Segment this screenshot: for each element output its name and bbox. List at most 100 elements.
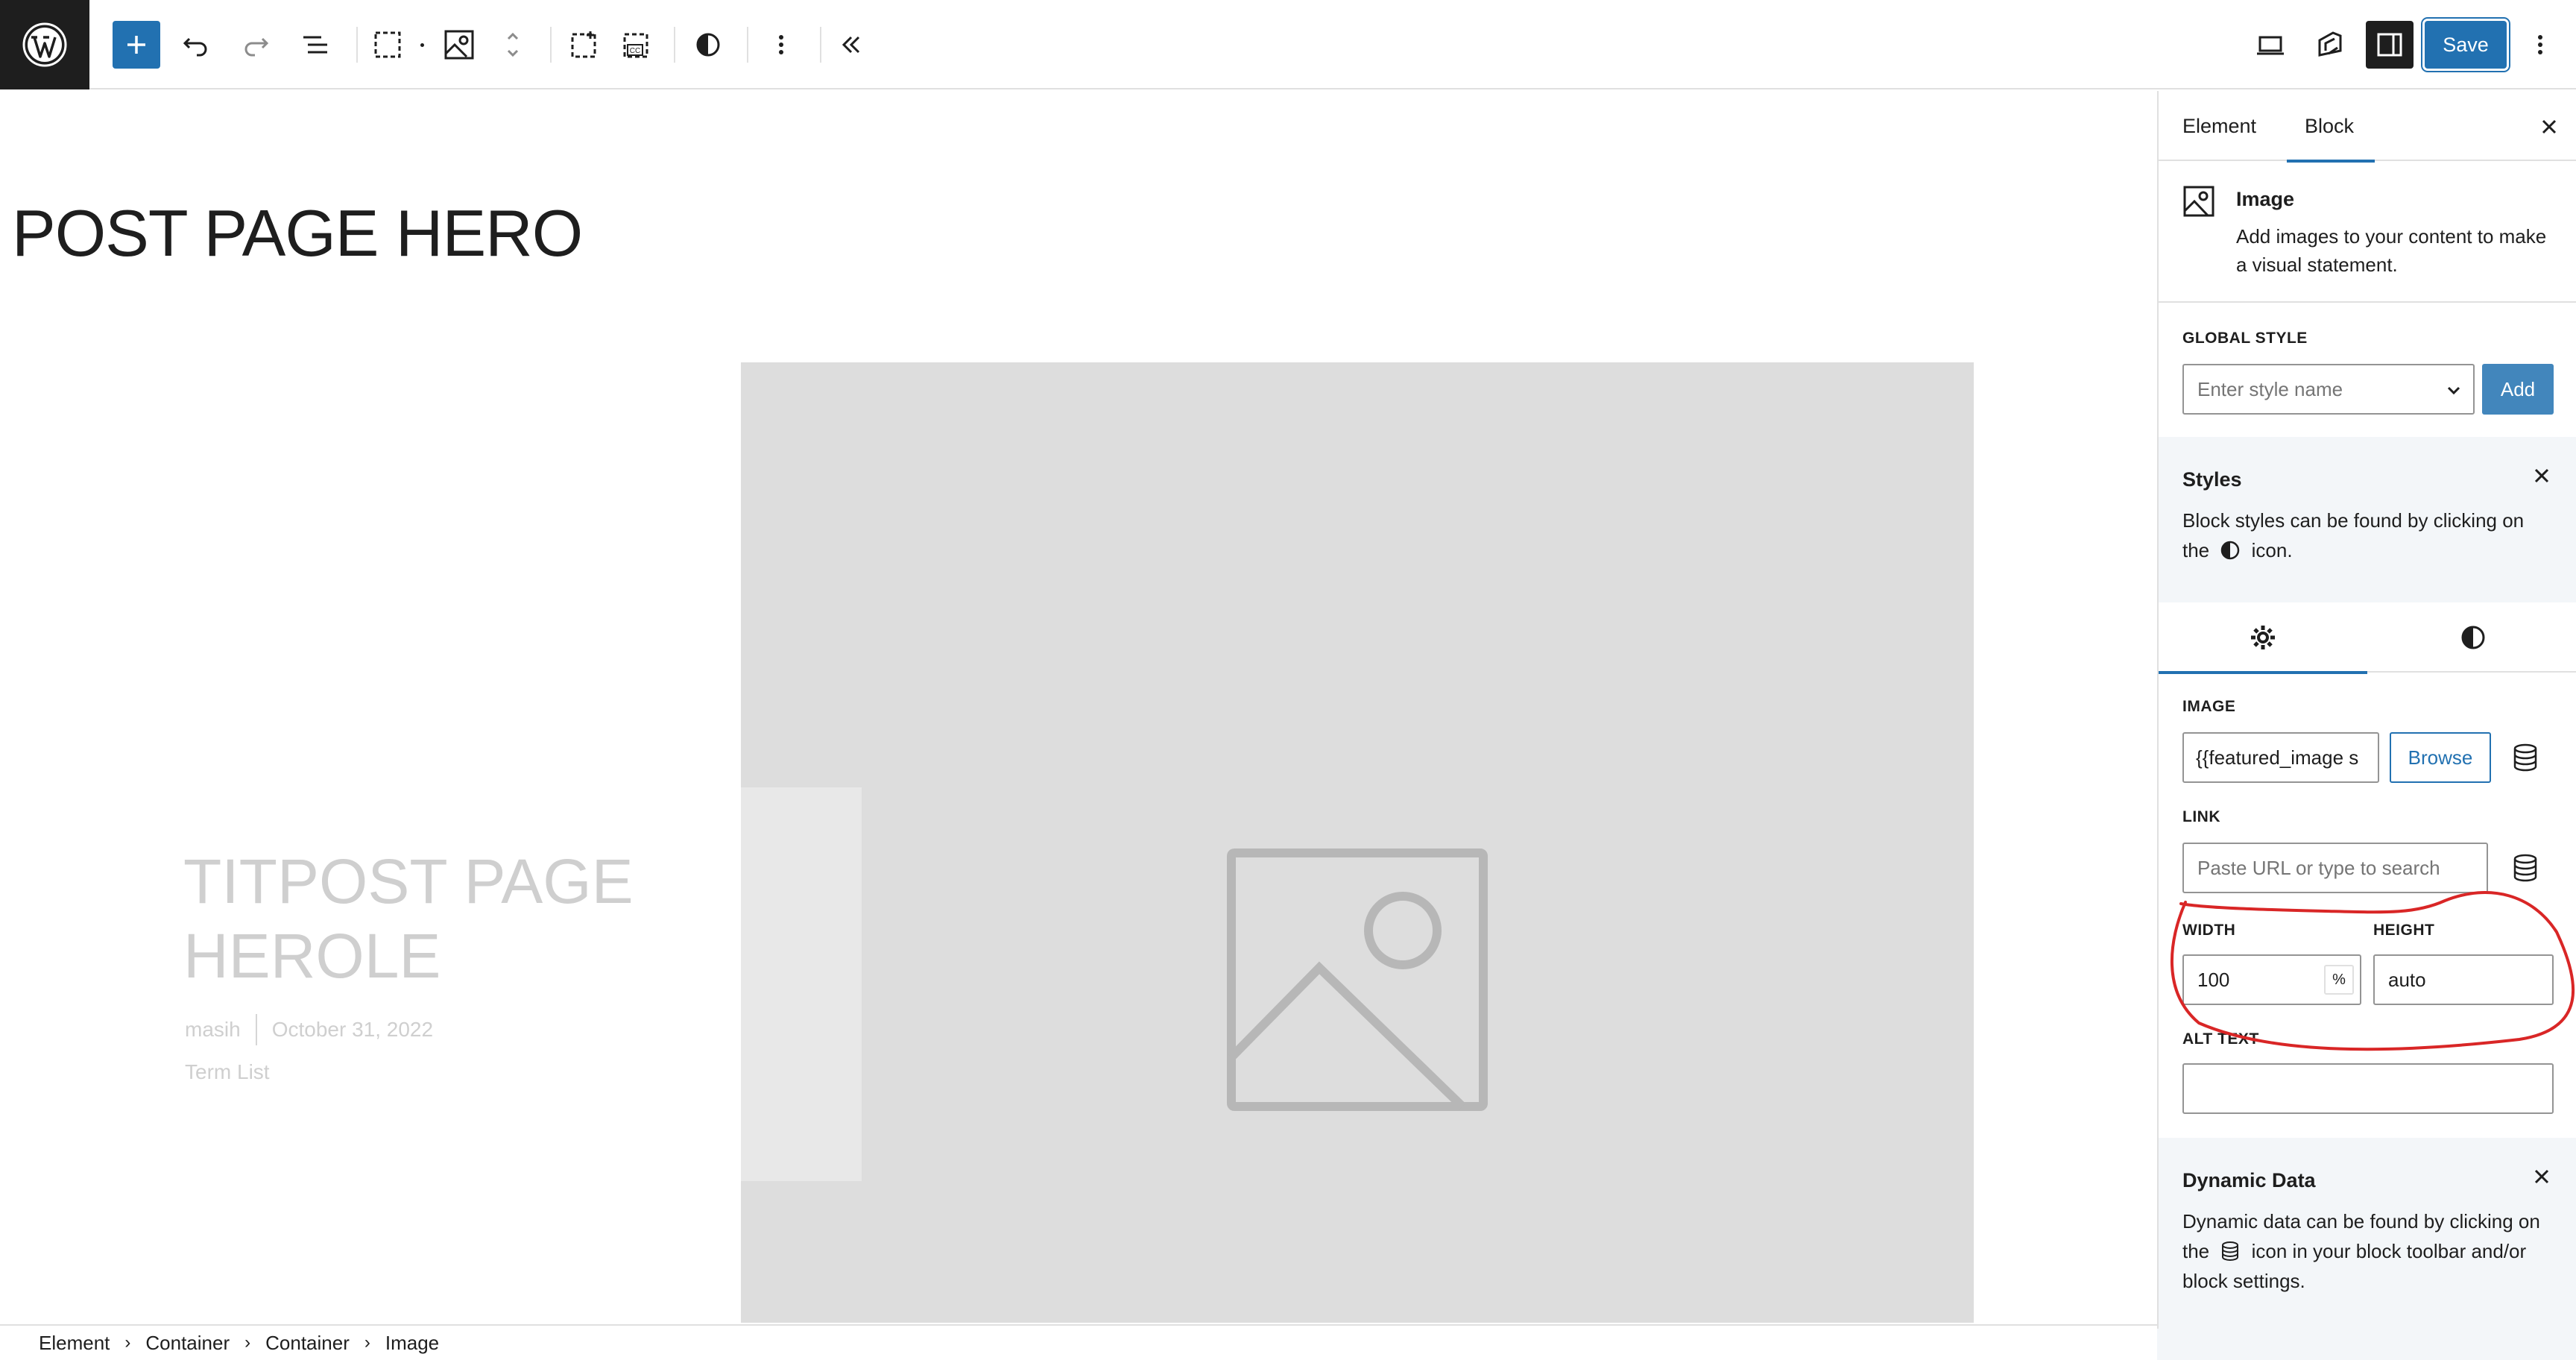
- inspector-subtabs: [2159, 602, 2576, 674]
- double-chevron-left-icon: [842, 36, 860, 54]
- chevron-up-down-icon: [507, 32, 519, 57]
- kebab-menu-icon: [2538, 35, 2542, 54]
- tab-element[interactable]: Element: [2182, 91, 2256, 161]
- gear-icon: [2251, 626, 2275, 649]
- block-type-button[interactable]: [435, 21, 483, 69]
- breadcrumb: Element › Container › Container › Image: [0, 1324, 2157, 1360]
- dashed-square-icon: [374, 31, 401, 58]
- options-button[interactable]: [2516, 21, 2564, 69]
- block-card-description: Add images to your content to make a vis…: [2236, 225, 2547, 276]
- add-block-button[interactable]: [113, 21, 160, 69]
- breadcrumb-item[interactable]: Container: [265, 1332, 350, 1355]
- select-parent-button[interactable]: [364, 21, 411, 69]
- list-view-button[interactable]: [291, 21, 339, 69]
- database-icon[interactable]: [2509, 741, 2542, 774]
- breadcrumb-item[interactable]: Container: [145, 1332, 230, 1355]
- term-list: Term List: [185, 1060, 270, 1083]
- toolbar-divider: [550, 27, 552, 63]
- styles-info-panel: Styles Block styles can be found by clic…: [2159, 437, 2576, 602]
- sidebar-panel-icon: [2377, 33, 2402, 57]
- settings-sidebar-toggle[interactable]: [2366, 21, 2414, 69]
- dashed-crop-icon: [571, 31, 596, 58]
- styles-panel-text: Block styles can be found by clicking on…: [2182, 506, 2555, 565]
- block-card: Image Add images to your content to make…: [2159, 163, 2576, 303]
- caption-cc-icon: CC: [623, 33, 648, 58]
- add-style-button[interactable]: Add: [2482, 364, 2554, 415]
- dynamic-data-info-panel: Dynamic Data Dynamic data can be found b…: [2159, 1138, 2576, 1329]
- crop-button[interactable]: [561, 21, 608, 69]
- post-title-preview: TITPOST PAGE HEROLE: [183, 846, 634, 991]
- width-value: 100: [2197, 968, 2230, 991]
- undo-button[interactable]: [173, 21, 221, 69]
- global-style-placeholder: Enter style name: [2197, 377, 2343, 400]
- save-button[interactable]: Save: [2425, 21, 2507, 69]
- block-options-button[interactable]: [757, 21, 805, 69]
- link-url-input[interactable]: Paste URL or type to search: [2182, 843, 2488, 893]
- svg-text:CC: CC: [630, 47, 640, 55]
- half-circle-contrast-icon: [696, 33, 720, 57]
- global-style-select[interactable]: Enter style name: [2182, 364, 2475, 415]
- close-sidebar-button[interactable]: [2533, 110, 2566, 143]
- toolbar-divider: [674, 27, 675, 63]
- settings-sidebar: Element Block Image Add images to your c…: [2157, 91, 2576, 1329]
- half-circle-contrast-icon: [2461, 626, 2485, 649]
- dynamic-data-title: Dynamic Data: [2182, 1169, 2316, 1191]
- width-unit-select[interactable]: %: [2324, 965, 2354, 995]
- wordpress-logo-icon[interactable]: [0, 0, 89, 89]
- chevron-right-icon: ›: [244, 1332, 251, 1353]
- image-source-input[interactable]: {{featured_image s: [2182, 732, 2379, 783]
- parent-dot-icon: [420, 43, 424, 47]
- overlay-panel: [741, 787, 862, 1181]
- tab-settings[interactable]: [2159, 602, 2367, 674]
- sidebar-tabs: Element Block: [2159, 91, 2576, 163]
- plugin-logo-icon: [2318, 31, 2342, 57]
- toolbar-divider: [356, 27, 358, 63]
- chevron-right-icon: ›: [124, 1332, 131, 1353]
- styles-panel-title: Styles: [2182, 468, 2242, 491]
- plugin-button[interactable]: [2306, 21, 2354, 69]
- half-circle-contrast-icon: [2221, 541, 2240, 560]
- editor-canvas[interactable]: POST PAGE HERO TITPOST PAGE HEROLE masih…: [0, 91, 2157, 1323]
- page-title[interactable]: POST PAGE HERO: [12, 195, 583, 271]
- toolbar-divider: [820, 27, 821, 63]
- post-meta: masih October 31, 2022: [185, 1014, 433, 1045]
- tab-block[interactable]: Block: [2286, 91, 2375, 163]
- database-icon: [2222, 1241, 2239, 1261]
- close-dynamic-panel-button[interactable]: [2525, 1160, 2558, 1193]
- move-up-down-button[interactable]: [489, 21, 537, 69]
- width-label: WIDTH: [2182, 922, 2236, 939]
- image-icon: [2183, 186, 2214, 217]
- plus-icon: [127, 36, 145, 54]
- link-label: LINK: [2182, 808, 2220, 825]
- redo-button[interactable]: [231, 21, 279, 69]
- height-label: HEIGHT: [2373, 922, 2435, 939]
- image-label: IMAGE: [2182, 698, 2236, 715]
- width-input[interactable]: 100 %: [2182, 954, 2361, 1005]
- post-author: masih: [185, 1018, 241, 1041]
- styles-button[interactable]: [684, 21, 732, 69]
- meta-divider: [255, 1014, 257, 1045]
- kebab-menu-icon: [779, 35, 783, 54]
- close-icon: [2534, 1169, 2549, 1184]
- undo-icon: [183, 37, 207, 57]
- close-icon: [2534, 468, 2549, 483]
- image-block[interactable]: [741, 362, 1974, 1323]
- breadcrumb-item[interactable]: Element: [39, 1332, 110, 1355]
- preview-button[interactable]: [2247, 21, 2294, 69]
- close-icon: [2542, 119, 2557, 134]
- database-icon[interactable]: [2509, 851, 2542, 884]
- alt-text-input[interactable]: [2182, 1063, 2554, 1114]
- collapse-toolbar-button[interactable]: [827, 21, 875, 69]
- caption-button[interactable]: CC: [613, 21, 660, 69]
- post-date: October 31, 2022: [271, 1018, 434, 1041]
- height-input[interactable]: auto: [2373, 954, 2554, 1005]
- breadcrumb-item[interactable]: Image: [385, 1332, 439, 1355]
- tab-styles[interactable]: [2369, 602, 2576, 673]
- browse-button[interactable]: Browse: [2390, 732, 2491, 783]
- laptop-icon: [2257, 36, 2284, 55]
- toolbar-divider: [747, 27, 748, 63]
- image-placeholder-icon: [1227, 849, 1488, 1111]
- close-styles-panel-button[interactable]: [2525, 459, 2558, 492]
- list-view-icon: [303, 36, 327, 54]
- chevron-right-icon: ›: [364, 1332, 370, 1353]
